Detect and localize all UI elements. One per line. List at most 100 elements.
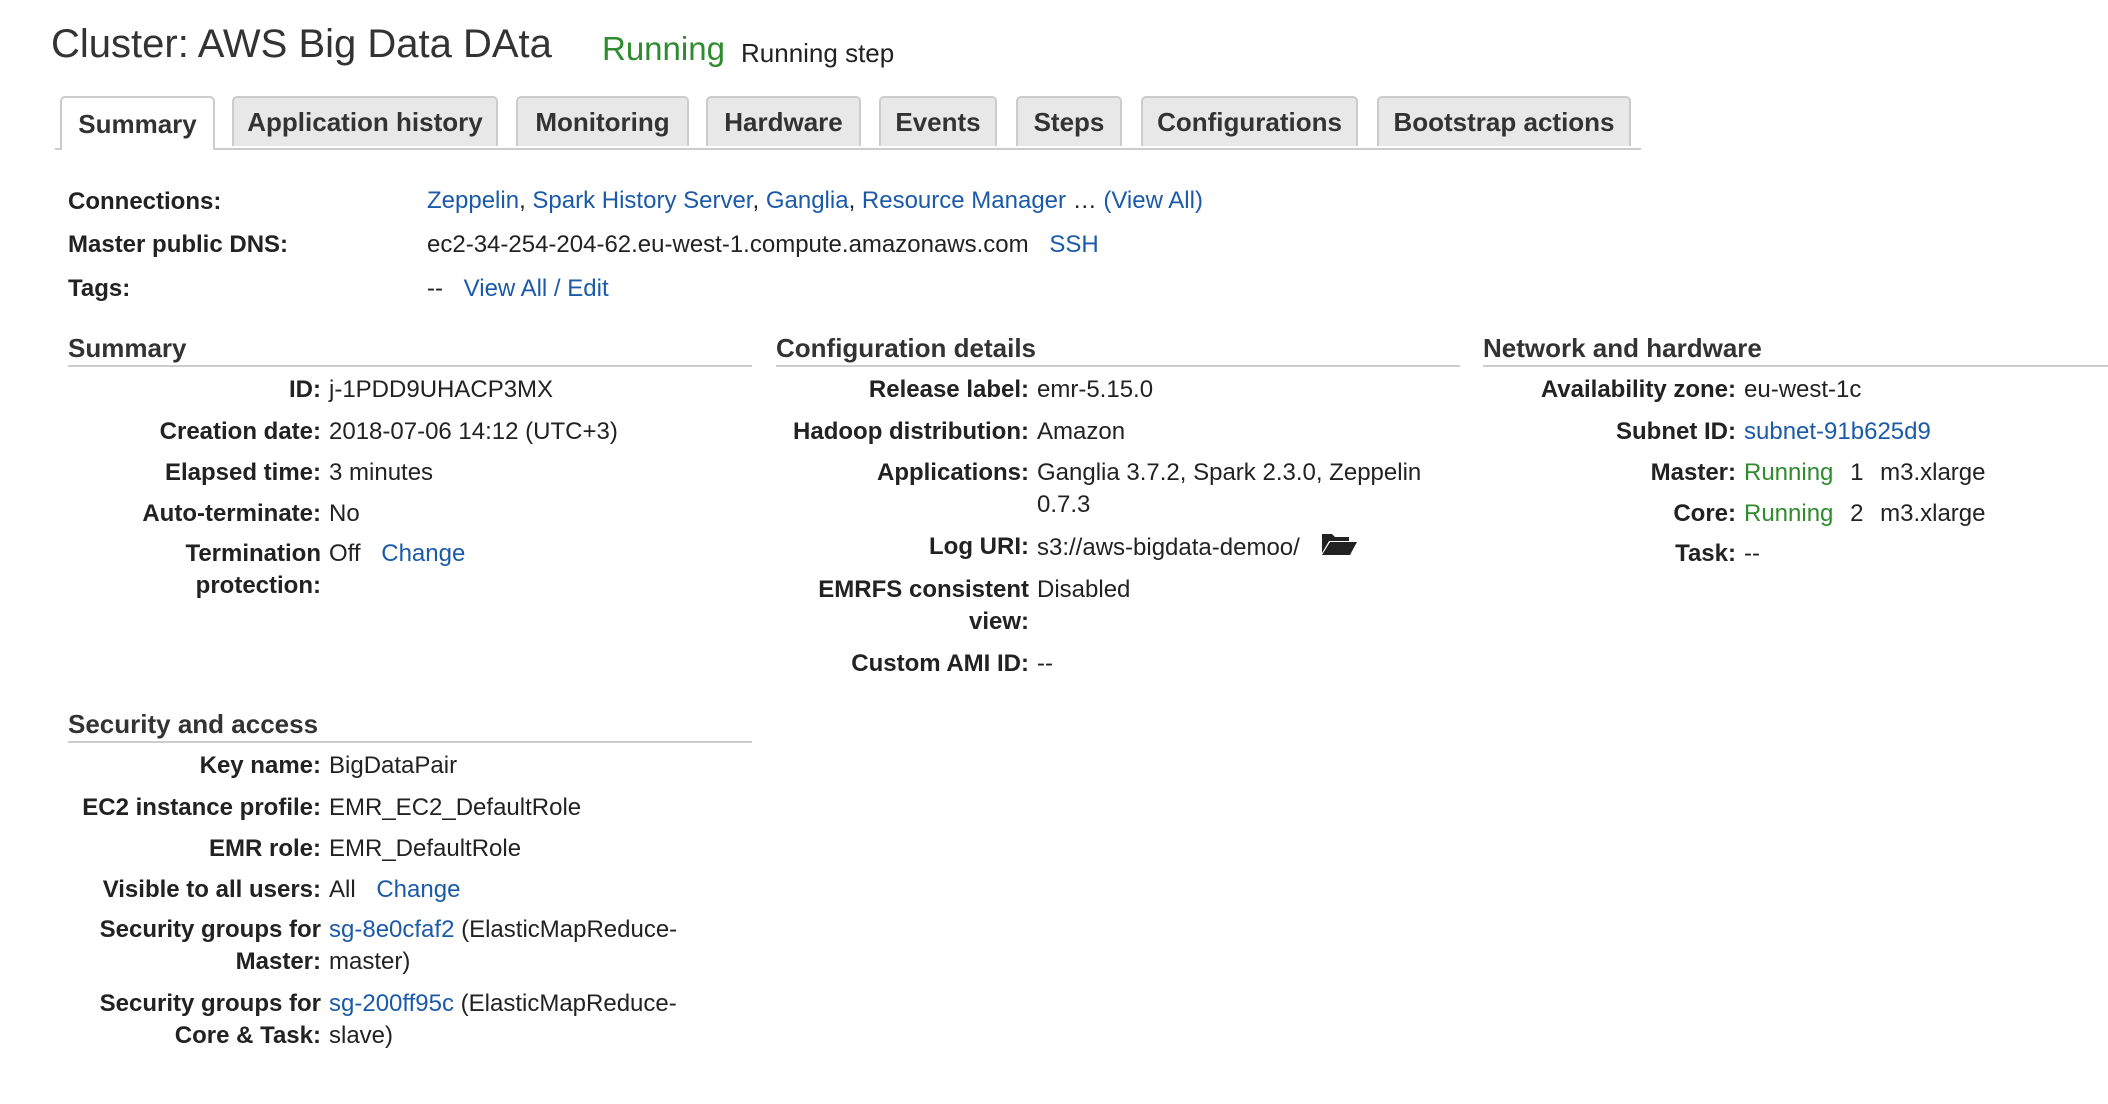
connections-list: Zeppelin, Spark History Server, Ganglia,… [427, 185, 1203, 217]
elapsed-time-label: Elapsed time: [164, 459, 321, 486]
termination-protection-change-link[interactable]: Change [381, 540, 465, 567]
availability-zone-label: Availability zone: [1540, 376, 1736, 403]
termination-protection-label-line2: protection: [195, 572, 321, 599]
key-name-value: BigDataPair [329, 752, 458, 779]
hadoop-distribution-value: Amazon [1037, 418, 1126, 445]
log-uri-label: Log URI: [929, 533, 1029, 560]
emrfs-consistent-view-value: Disabled [1037, 576, 1131, 603]
elapsed-time-value: 3 minutes [329, 459, 434, 486]
tab-events[interactable]: Events [879, 96, 997, 146]
folder-open-icon[interactable] [1320, 531, 1358, 566]
task-node-label: Task: [1675, 540, 1736, 567]
tab-bootstrap-actions[interactable]: Bootstrap actions [1377, 96, 1631, 146]
security-group-core-task-link[interactable]: sg-200ff95c [329, 990, 454, 1017]
security-groups-master-label-line2: Master: [235, 948, 321, 975]
tab-bar: Summary Application history Monitoring H… [55, 96, 1641, 150]
log-uri-value: s3://aws-bigdata-demoo/ [1037, 531, 1358, 566]
creation-date-value: 2018-07-06 14:12 (UTC+3) [329, 418, 618, 445]
ec2-instance-profile-value: EMR_EC2_DefaultRole [329, 794, 582, 821]
security-groups-core-task-value: sg-200ff95c (ElasticMapReduce- slave) [329, 988, 677, 1052]
security-groups-master-value: sg-8e0cfaf2 (ElasticMapReduce- master) [329, 914, 677, 978]
emrfs-label-line2: view: [968, 608, 1029, 635]
master-node-value: Running 1 m3.xlarge [1744, 457, 1985, 489]
connections-separator: , [752, 187, 760, 214]
security-group-master-desc-line2: master) [329, 948, 411, 975]
tab-steps[interactable]: Steps [1016, 96, 1122, 146]
visible-to-all-users-value: All Change [329, 874, 460, 906]
cluster-state: Running [602, 30, 725, 67]
network-divider [1483, 365, 2108, 367]
cluster-id-label: ID: [289, 376, 321, 403]
security-section-title: Security and access [68, 709, 319, 739]
custom-ami-id-value: -- [1037, 650, 1053, 677]
core-node-count: 2 [1850, 500, 1864, 527]
tags-text: -- [427, 275, 443, 302]
master-node-count: 1 [1850, 459, 1864, 486]
cluster-id-value: j-1PDD9UHACP3MX [329, 376, 554, 403]
security-divider [68, 741, 752, 743]
hadoop-distribution-label: Hadoop distribution: [793, 418, 1029, 445]
security-group-master-link[interactable]: sg-8e0cfaf2 [329, 916, 454, 943]
core-node-label: Core: [1673, 500, 1736, 527]
release-label-label: Release label: [868, 376, 1029, 403]
termination-protection-label: Termination protection: [68, 538, 321, 602]
master-dns-text: ec2-34-254-204-62.eu-west-1.compute.amaz… [427, 231, 1029, 258]
security-groups-master-label-line1: Security groups for [99, 916, 321, 943]
auto-terminate-value: No [329, 500, 360, 527]
emrfs-consistent-view-label: EMRFS consistent view: [776, 574, 1029, 638]
page-title: Cluster: AWS Big Data DAta [51, 22, 552, 66]
emr-role-label: EMR role: [208, 835, 321, 862]
connection-resource-manager-link[interactable]: Resource Manager [862, 187, 1066, 214]
visible-to-all-users-text: All [329, 876, 356, 903]
master-dns-value: ec2-34-254-204-62.eu-west-1.compute.amaz… [427, 229, 1099, 261]
ssh-link[interactable]: SSH [1049, 231, 1098, 258]
tab-monitoring[interactable]: Monitoring [516, 96, 689, 146]
task-node-value: -- [1744, 540, 1760, 567]
security-groups-core-task-label-line2: Core & Task: [174, 1022, 321, 1049]
configuration-section-title: Configuration details [776, 333, 1036, 363]
connections-view-all-link[interactable]: (View All) [1103, 187, 1203, 214]
master-dns-label: Master public DNS: [68, 231, 289, 258]
termination-protection-text: Off [329, 540, 361, 567]
summary-divider [68, 365, 752, 367]
emr-role-value: EMR_DefaultRole [329, 835, 522, 862]
connections-separator: , [848, 187, 856, 214]
applications-value: Ganglia 3.7.2, Spark 2.3.0, Zeppelin 0.7… [1037, 457, 1421, 521]
tags-value: -- View All / Edit [427, 273, 609, 305]
custom-ami-id-label: Custom AMI ID: [851, 650, 1029, 677]
security-groups-core-task-label: Security groups for Core & Task: [30, 988, 321, 1052]
ec2-instance-profile-label: EC2 instance profile: [82, 794, 321, 821]
configuration-divider [776, 365, 1460, 367]
master-node-state: Running [1744, 459, 1834, 486]
tags-label: Tags: [68, 275, 131, 302]
connection-zeppelin-link[interactable]: Zeppelin [427, 187, 519, 214]
tab-application-history[interactable]: Application history [232, 96, 498, 146]
tab-hardware[interactable]: Hardware [706, 96, 861, 146]
subnet-id-label: Subnet ID: [1616, 418, 1736, 445]
master-node-type: m3.xlarge [1880, 459, 1986, 486]
core-node-state: Running [1744, 500, 1834, 527]
emrfs-label-line1: EMRFS consistent [818, 576, 1029, 603]
applications-label: Applications: [876, 459, 1029, 486]
auto-terminate-label: Auto-terminate: [142, 500, 321, 527]
network-section-title: Network and hardware [1483, 333, 1762, 363]
termination-protection-label-line1: Termination [185, 540, 321, 567]
cluster-state-detail: Running step [741, 38, 895, 68]
security-group-core-task-desc-line2: slave) [329, 1022, 394, 1049]
tags-view-edit-link[interactable]: View All / Edit [464, 275, 609, 302]
tab-configurations[interactable]: Configurations [1141, 96, 1358, 146]
connections-ellipsis: … [1072, 187, 1097, 214]
applications-value-line2: 0.7.3 [1037, 491, 1091, 518]
connection-ganglia-link[interactable]: Ganglia [766, 187, 849, 214]
connections-label: Connections: [68, 188, 222, 215]
connection-spark-history-link[interactable]: Spark History Server [532, 187, 752, 214]
visible-to-all-users-change-link[interactable]: Change [376, 876, 460, 903]
security-group-master-desc-line1: (ElasticMapReduce- [461, 916, 678, 943]
master-node-label: Master: [1650, 459, 1736, 486]
security-group-core-task-desc-line1: (ElasticMapReduce- [460, 990, 677, 1017]
core-node-type: m3.xlarge [1880, 500, 1986, 527]
visible-to-all-users-label: Visible to all users: [102, 876, 321, 903]
subnet-id-link[interactable]: subnet-91b625d9 [1744, 416, 1931, 448]
tab-summary[interactable]: Summary [60, 96, 215, 150]
termination-protection-value: Off Change [329, 538, 465, 570]
